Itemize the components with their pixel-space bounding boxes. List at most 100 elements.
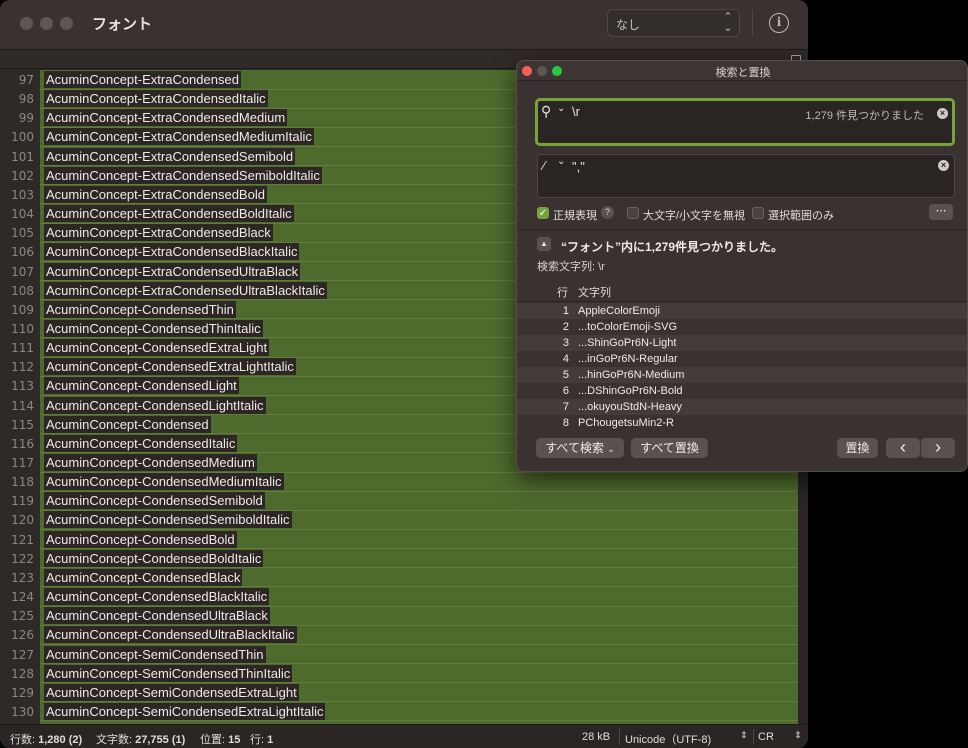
line-text[interactable]: AcuminConcept-ExtraCondensedItalic [44,90,268,108]
clear-replace-icon[interactable]: × [938,160,949,171]
close-window-button[interactable] [20,17,33,30]
chevron-down-icon[interactable]: ⌄ [557,103,565,114]
encoding-popup[interactable]: Unicode（UTF-8) [625,731,711,747]
minimize-window-button[interactable] [40,17,53,30]
line-ending-popup[interactable]: CR [758,731,774,743]
line-text[interactable]: AcuminConcept-CondensedThin [44,300,236,318]
line-text[interactable]: AcuminConcept-CondensedExtraLightItalic [44,358,296,376]
line-text[interactable]: AcuminConcept-CondensedMediumItalic [44,473,284,491]
line-text[interactable]: AcuminConcept-CondensedMedium [44,454,257,471]
line-text[interactable]: AcuminConcept-CondensedItalic [44,434,238,452]
collapse-results-button[interactable]: ▲ [537,237,551,251]
column-header-line[interactable]: 行 [557,284,568,300]
selection-only-checkbox[interactable] [752,207,764,219]
line-text[interactable]: AcuminConcept-ExtraCondensedMediumItalic [44,128,314,146]
editor-line[interactable]: 120 AcuminConcept-CondensedSemiboldItalic [0,510,808,529]
line-number: 111 [11,341,34,356]
line-text[interactable]: AcuminConcept-CondensedUltraBlack [44,607,270,625]
pencil-icon[interactable]: ⁄ [543,158,545,173]
result-string: ...okuyouStdN-Heavy [578,401,682,413]
more-options-button[interactable]: ⋯ [929,204,953,220]
line-number: 101 [11,149,34,164]
result-row[interactable]: 8 PChougetsuMin2-R [517,415,967,431]
line-text[interactable]: AcuminConcept-ExtraCondensedBlack [44,224,273,242]
line-text[interactable]: AcuminConcept-SemiCondensedExtraLight [44,683,299,701]
editor-line[interactable]: 129 AcuminConcept-SemiCondensedExtraLight [0,683,808,702]
editor-line[interactable]: 127 AcuminConcept-SemiCondensedThin [0,645,808,664]
editor-line[interactable]: 122 AcuminConcept-CondensedBoldItalic [0,549,808,568]
line-text[interactable]: AcuminConcept-CondensedLightItalic [44,396,266,414]
line-text[interactable]: AcuminConcept-CondensedUltraBlackItalic [44,626,297,644]
line-number: 112 [11,360,34,375]
line-text[interactable]: AcuminConcept-ExtraCondensed [44,71,241,88]
line-text[interactable]: AcuminConcept-CondensedLight [44,377,239,395]
status-bar: 行数: 1,280 (2) 文字数: 27,755 (1) 位置: 15 行: … [0,724,808,748]
find-all-button[interactable]: すべて検索 ⌄ [536,438,624,458]
editor-line[interactable]: 128 AcuminConcept-SemiCondensedThinItalic [0,664,808,683]
zoom-window-button[interactable] [60,17,73,30]
replace-input-value[interactable]: "," [572,159,585,174]
result-row[interactable]: 5 ...hinGoPr6N-Medium [517,367,967,383]
line-text[interactable]: AcuminConcept-ExtraCondensedUltraBlack [44,262,301,280]
line-text[interactable]: AcuminConcept-SemiCondensedThin [44,645,266,663]
editor-line[interactable]: 130 AcuminConcept-SemiCondensedExtraLight… [0,702,808,721]
line-text[interactable]: AcuminConcept-CondensedBoldItalic [44,549,264,567]
line-text[interactable]: AcuminConcept-SemiCondensedThinItalic [44,664,293,682]
editor-line[interactable]: 125 AcuminConcept-CondensedUltraBlack [0,606,808,625]
find-field[interactable]: ⚲ ⌄ \r 1,279 件見つかりました × [535,98,955,146]
panel-divider [517,229,967,230]
result-row[interactable]: 2 ...toColorEmoji-SVG [517,319,967,335]
result-row[interactable]: 4 ...inGoPr6N-Regular [517,351,967,367]
column-header-string[interactable]: 文字列 [578,284,611,300]
result-row[interactable]: 7 ...okuyouStdN-Heavy [517,399,967,415]
editor-line[interactable]: 124 AcuminConcept-CondensedBlackItalic [0,587,808,606]
ignore-case-checkbox[interactable] [627,207,639,219]
clear-find-icon[interactable]: × [937,108,948,119]
line-text[interactable]: AcuminConcept-ExtraCondensedBoldItalic [44,205,294,223]
search-icon[interactable]: ⚲ [541,103,551,120]
line-number: 99 [18,111,34,126]
result-string: ...toColorEmoji-SVG [578,321,678,333]
regex-checkbox[interactable]: ✓ [537,207,549,219]
editor-line[interactable]: 121 AcuminConcept-CondensedBold [0,530,808,549]
line-text[interactable]: AcuminConcept-CondensedBlack [44,568,243,586]
result-row[interactable]: 3 ...ShinGoPr6N-Light [517,335,967,351]
editor-line[interactable]: 118 AcuminConcept-CondensedMediumItalic [0,472,808,491]
replace-all-button[interactable]: すべて置換 [631,438,708,458]
chevron-down-icon[interactable]: ⌄ [557,156,565,167]
find-input-value[interactable]: \r [572,104,580,119]
line-text[interactable]: AcuminConcept-CondensedThinItalic [44,319,263,337]
result-string: AppleColorEmoji [578,305,660,317]
line-text[interactable]: AcuminConcept-SemiCondensedExtraLightIta… [44,702,326,720]
line-number: 122 [11,551,34,566]
search-string-label: 検索文字列: \r [537,261,605,273]
line-text[interactable]: AcuminConcept-ExtraCondensedSemiboldItal… [44,166,322,184]
replace-button[interactable]: 置換 [837,438,878,458]
replace-field[interactable]: ⁄ ⌄ "," × [537,154,955,198]
line-text[interactable]: AcuminConcept-CondensedBlackItalic [44,588,270,606]
line-text[interactable]: AcuminConcept-CondensedBold [44,530,237,548]
editor-line[interactable]: 123 AcuminConcept-CondensedBlack [0,568,808,587]
help-icon[interactable]: ? [601,206,614,219]
line-text[interactable]: AcuminConcept-ExtraCondensedUltraBlackIt… [44,281,327,299]
syntax-popup[interactable]: なし ⌃ ⌄ [607,9,740,37]
editor-line[interactable]: 119 AcuminConcept-CondensedSemibold [0,491,808,510]
find-next-button[interactable]: › [920,438,955,458]
title-bar: フォント なし ⌃ ⌄ i [0,0,808,50]
line-text[interactable]: AcuminConcept-CondensedExtraLight [44,339,270,357]
result-row[interactable]: 6 ...DShinGoPr6N-Bold [517,383,967,399]
line-text[interactable]: AcuminConcept-Condensed [44,415,211,433]
result-string: ...inGoPr6N-Regular [578,353,678,365]
line-text[interactable]: AcuminConcept-CondensedSemibold [44,492,265,510]
line-text[interactable]: AcuminConcept-ExtraCondensedMedium [44,109,288,127]
info-icon[interactable]: i [769,13,789,33]
line-number: 116 [11,436,34,451]
find-previous-button[interactable]: ‹ [886,438,920,458]
line-text[interactable]: AcuminConcept-ExtraCondensedBold [44,185,267,203]
result-row[interactable]: 1 AppleColorEmoji [517,303,967,319]
line-number: 103 [11,187,34,202]
line-text[interactable]: AcuminConcept-ExtraCondensedSemibold [44,147,296,165]
line-text[interactable]: AcuminConcept-CondensedSemiboldItalic [44,511,292,529]
line-text[interactable]: AcuminConcept-ExtraCondensedBlackItalic [44,243,300,261]
editor-line[interactable]: 126 AcuminConcept-CondensedUltraBlackItal… [0,625,808,644]
